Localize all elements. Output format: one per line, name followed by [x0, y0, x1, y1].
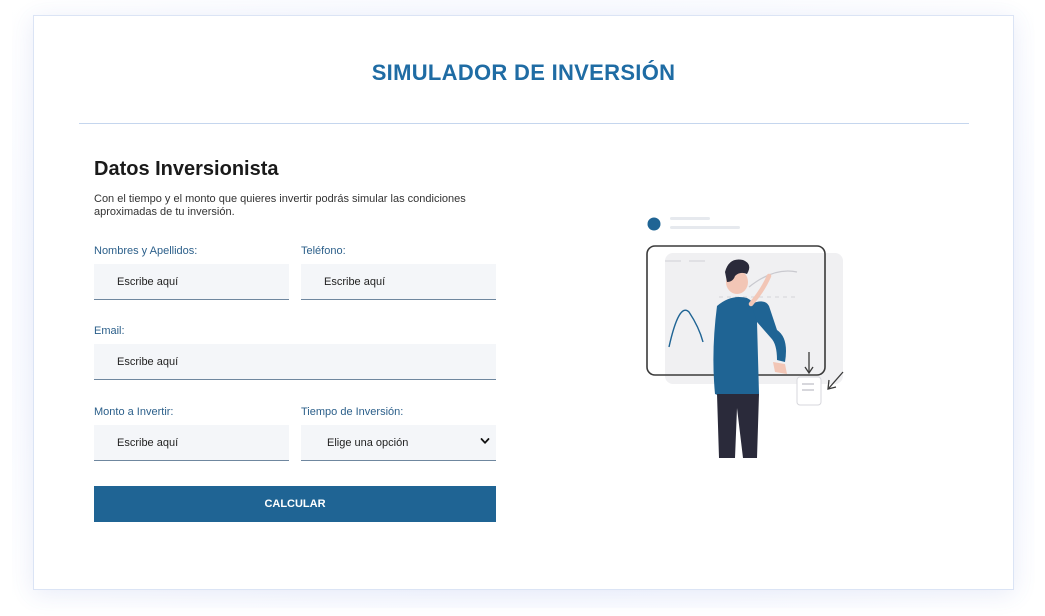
phone-label: Teléfono: — [301, 245, 346, 257]
section-description: Con el tiempo y el monto que quieres inv… — [94, 193, 466, 218]
page-title: SIMULADOR DE INVERSIÓN — [371, 60, 676, 85]
header-divider — [79, 123, 969, 124]
term-label: Tiempo de Inversión: — [301, 406, 404, 418]
email-label: Email: — [94, 325, 125, 337]
amount-label: Monto a Invertir: — [94, 406, 174, 418]
email-input[interactable] — [94, 344, 496, 380]
name-input[interactable] — [94, 264, 289, 300]
amount-input[interactable] — [94, 425, 289, 461]
investor-chart-illustration — [646, 217, 844, 458]
simulator-card: SIMULADOR DE INVERSIÓN Datos Inversionis… — [33, 15, 1014, 590]
name-label: Nombres y Apellidos: — [94, 245, 198, 257]
section-title: Datos Inversionista — [94, 158, 279, 180]
phone-input[interactable] — [301, 264, 496, 300]
term-select-value: Elige una opción — [327, 436, 409, 449]
term-select[interactable]: Elige una opción — [301, 425, 496, 461]
calculate-button[interactable]: CALCULAR — [94, 486, 496, 522]
chevron-down-icon — [480, 438, 490, 444]
